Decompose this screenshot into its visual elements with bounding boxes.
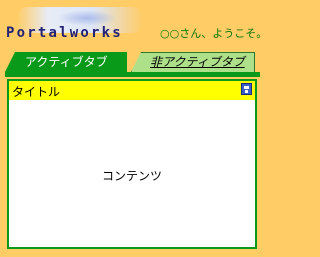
portalworks-logo: Portalworks [3,3,153,43]
window-icon[interactable] [241,83,252,95]
tab-underline-bar [5,72,260,77]
tab-inactive-label[interactable]: 非アクティブタブ [150,52,245,72]
tab-bar: アクティブタブ 非アクティブタブ [5,52,255,72]
tab-inactive[interactable]: 非アクティブタブ [131,52,255,72]
tab-active[interactable]: アクティブタブ [5,52,127,72]
tab-active-label: アクティブタブ [25,55,108,69]
content-panel: タイトル コンテンツ [7,79,257,249]
panel-title-bar: タイトル [9,81,255,100]
logo-wordmark: Portalworks [6,25,123,41]
welcome-message: ○○さん、ようこそ。 [160,27,268,40]
panel-title: タイトル [12,85,61,99]
panel-content: コンテンツ [101,169,162,183]
